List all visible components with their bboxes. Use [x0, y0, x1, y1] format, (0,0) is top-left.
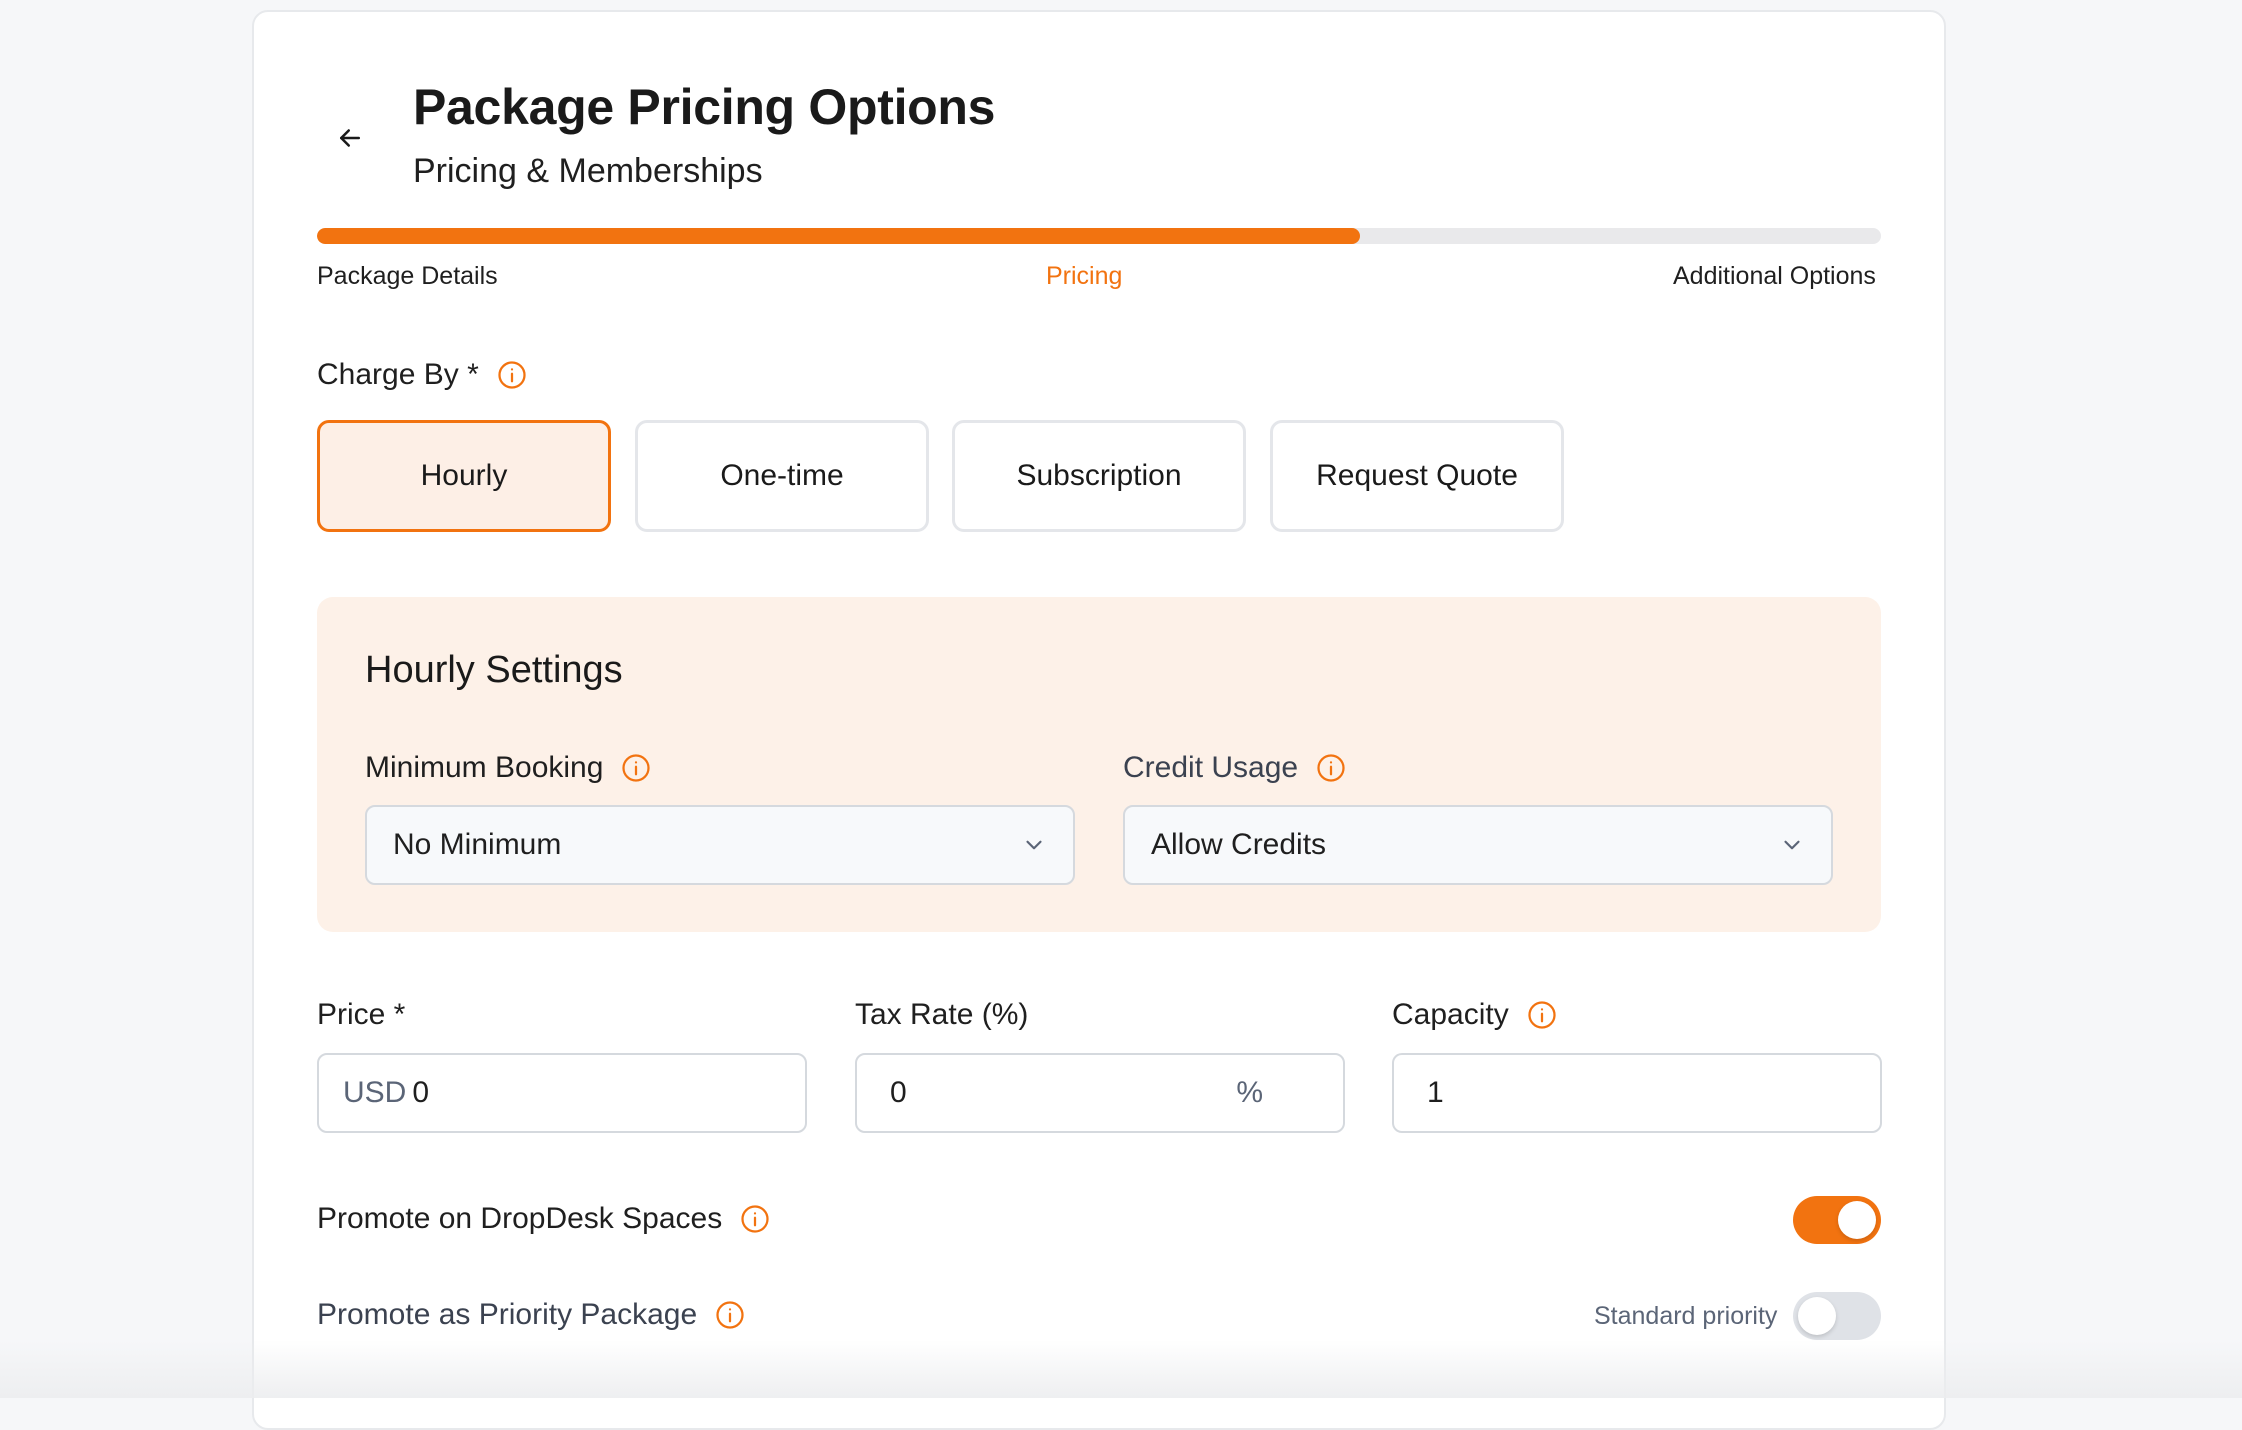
info-icon[interactable]: [715, 1300, 745, 1330]
promote-dropdesk-label: Promote on DropDesk Spaces: [317, 1202, 770, 1236]
progress-bar: [317, 228, 1881, 244]
credit-usage-value: Allow Credits: [1151, 828, 1327, 861]
page-title: Package Pricing Options: [413, 79, 996, 135]
page-subtitle: Pricing & Memberships: [413, 152, 763, 190]
info-icon[interactable]: [1316, 753, 1346, 783]
tax-rate-value: 0: [890, 1076, 907, 1109]
minimum-booking-label: Minimum Booking: [365, 751, 651, 785]
info-icon[interactable]: [621, 753, 651, 783]
back-button[interactable]: [328, 116, 372, 160]
minimum-booking-value: No Minimum: [393, 828, 562, 861]
price-label: Price *: [317, 998, 406, 1031]
capacity-input[interactable]: 1: [1392, 1053, 1882, 1133]
capacity-value: 1: [1427, 1076, 1444, 1109]
tax-rate-input[interactable]: 0 %: [855, 1053, 1345, 1133]
minimum-booking-label-text: Minimum Booking: [365, 751, 604, 784]
promote-priority-label-text: Promote as Priority Package: [317, 1298, 698, 1331]
step-additional-options: Additional Options: [1673, 262, 1876, 290]
credit-usage-label-text: Credit Usage: [1123, 751, 1299, 784]
price-input[interactable]: USD 0: [317, 1053, 807, 1133]
charge-option-request-quote[interactable]: Request Quote: [1270, 420, 1564, 532]
minimum-booking-select[interactable]: No Minimum: [365, 805, 1075, 885]
capacity-label: Capacity: [1392, 998, 1557, 1032]
hourly-settings-panel: Hourly Settings Minimum Booking No Minim…: [317, 597, 1881, 932]
charge-option-hourly[interactable]: Hourly: [317, 420, 611, 532]
chevron-down-icon: [1779, 832, 1805, 858]
info-icon[interactable]: [497, 360, 527, 390]
priority-status-text: Standard priority: [1594, 1302, 1778, 1330]
info-icon[interactable]: [1527, 1000, 1557, 1030]
toggle-knob: [1798, 1297, 1836, 1335]
step-package-details: Package Details: [317, 262, 498, 290]
promote-priority-label: Promote as Priority Package: [317, 1298, 745, 1332]
promote-priority-toggle[interactable]: [1793, 1292, 1881, 1340]
progress-bar-fill: [317, 228, 1361, 244]
promote-dropdesk-toggle[interactable]: [1793, 1196, 1881, 1244]
price-value: 0: [412, 1076, 430, 1109]
charge-by-label-text: Charge By *: [317, 358, 479, 391]
toggle-knob: [1838, 1201, 1876, 1239]
chevron-down-icon: [1021, 832, 1047, 858]
arrow-left-icon: [340, 129, 360, 147]
charge-by-label: Charge By *: [317, 358, 527, 392]
capacity-label-text: Capacity: [1392, 998, 1509, 1031]
credit-usage-label: Credit Usage: [1123, 751, 1346, 785]
percent-suffix: %: [1236, 1076, 1263, 1109]
currency-prefix: USD: [343, 1076, 407, 1109]
tax-rate-label: Tax Rate (%): [855, 998, 1029, 1031]
hourly-settings-title: Hourly Settings: [365, 649, 623, 691]
step-pricing: Pricing: [1046, 262, 1123, 290]
credit-usage-select[interactable]: Allow Credits: [1123, 805, 1833, 885]
promote-dropdesk-label-text: Promote on DropDesk Spaces: [317, 1202, 723, 1235]
charge-option-subscription[interactable]: Subscription: [952, 420, 1246, 532]
info-icon[interactable]: [740, 1204, 770, 1234]
charge-option-one-time[interactable]: One-time: [635, 420, 929, 532]
